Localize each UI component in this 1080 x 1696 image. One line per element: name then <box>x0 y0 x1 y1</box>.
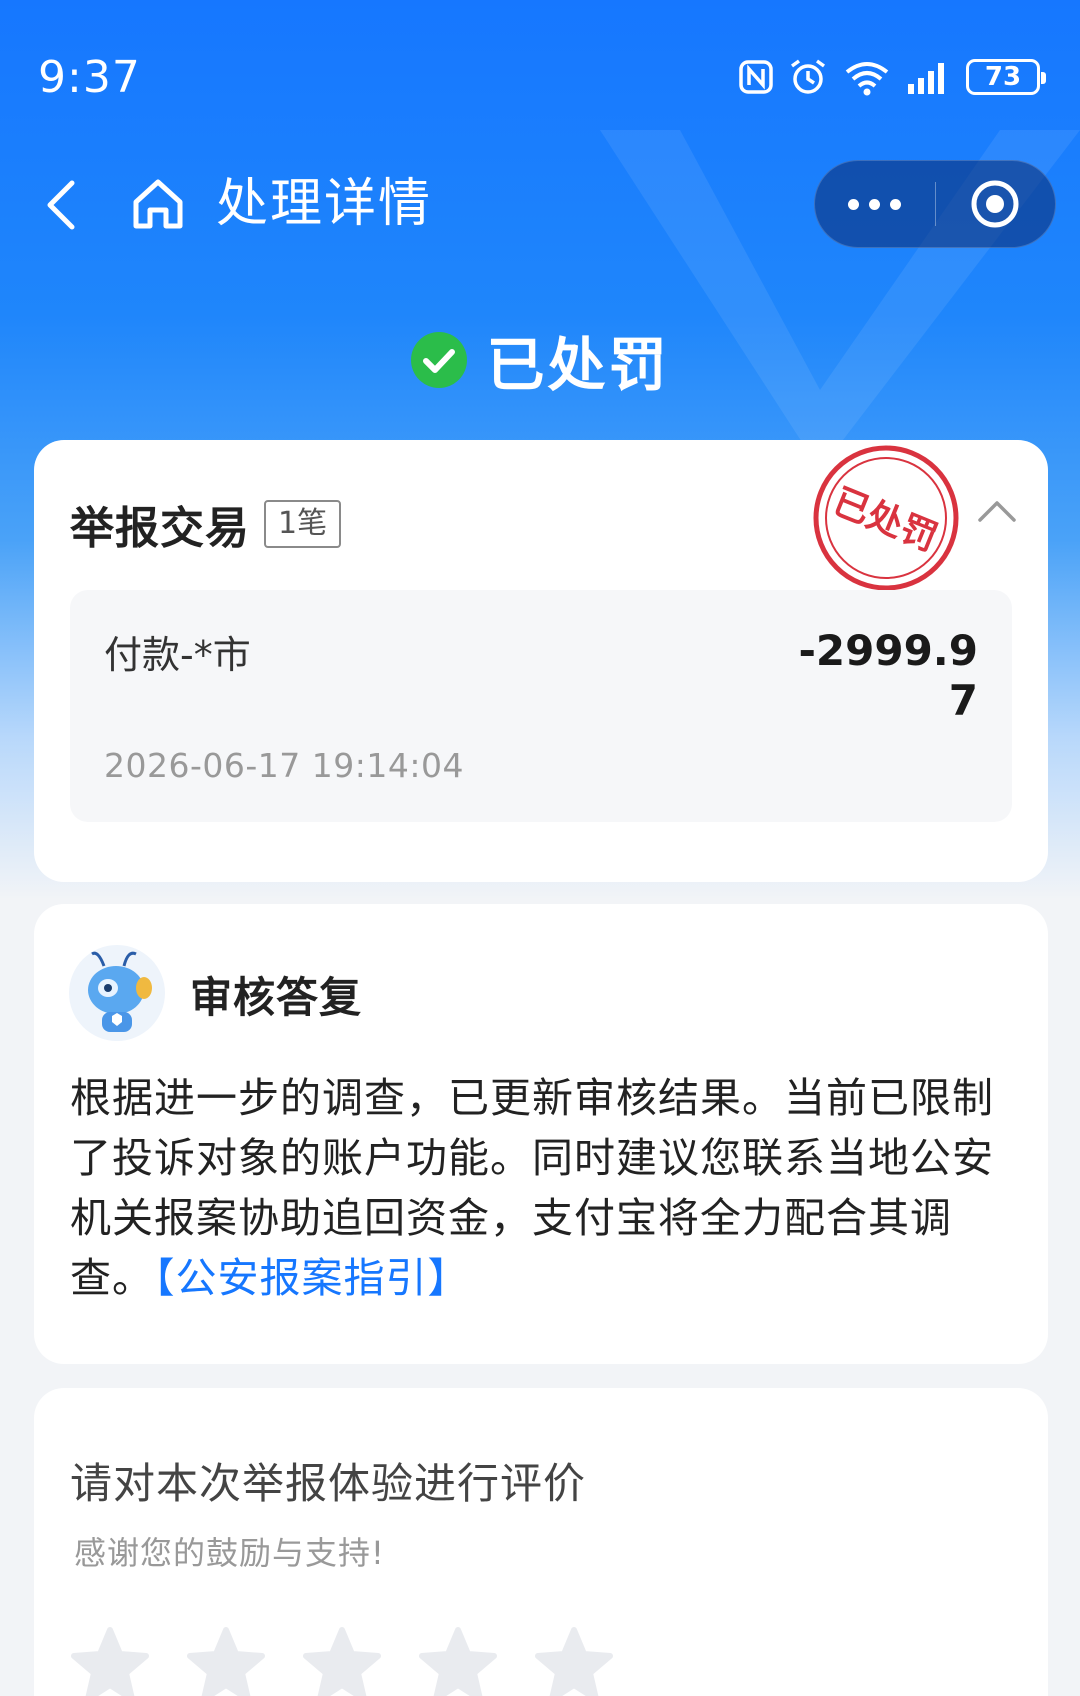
more-dots-icon <box>848 198 860 210</box>
status-icons: 73 <box>738 58 1046 96</box>
check-circle-icon <box>411 332 468 388</box>
chevron-left-icon <box>47 180 75 230</box>
back-button[interactable] <box>30 170 90 240</box>
alarm-icon <box>790 59 826 94</box>
signal-icon <box>908 63 944 94</box>
home-icon <box>133 179 183 229</box>
more-button[interactable] <box>815 160 935 248</box>
status-bar: 9:37 73 <box>0 0 1080 160</box>
star-rating <box>70 1626 614 1696</box>
robot-ant-avatar <box>69 945 165 1041</box>
police-report-guide-link[interactable]: 【公安报案指引】 <box>154 1254 470 1302</box>
mini-program-capsule <box>814 160 1056 248</box>
transaction-item[interactable]: 付款-*市 -2999.97 2026-06-17 19:14:04 <box>70 590 1012 822</box>
home-button[interactable] <box>128 174 188 234</box>
rating-subtitle: 感谢您的鼓励与支持! <box>74 1534 385 1572</box>
rating-card: 请对本次举报体验进行评价 感谢您的鼓励与支持! <box>34 1388 1048 1696</box>
star-icon[interactable] <box>70 1626 150 1696</box>
star-icon[interactable] <box>186 1626 266 1696</box>
reply-title: 审核答复 <box>190 973 363 1022</box>
star-icon[interactable] <box>534 1626 614 1696</box>
nav-bar: 处理详情 <box>0 150 1080 260</box>
transaction-name: 付款-*市 <box>104 633 251 677</box>
nfc-icon <box>739 60 773 94</box>
punished-stamp: 已处罚 <box>813 445 959 591</box>
star-icon[interactable] <box>418 1626 498 1696</box>
count-badge: 1笔 <box>264 500 342 548</box>
battery-icon: 73 <box>966 59 1046 95</box>
chevron-up-icon[interactable] <box>972 486 1022 536</box>
wifi-icon <box>845 62 889 96</box>
status-headline: 已处罚 <box>0 318 1080 402</box>
transaction-time: 2026-06-17 19:14:04 <box>104 746 464 785</box>
report-transaction-card: 举报交易 1笔 已处罚 付款-*市 -2999.97 2026-06-17 19… <box>34 440 1048 882</box>
review-reply-card: 审核答复 根据进一步的调查，已更新审核结果。当前已限制了投诉对象的账户功能。同时… <box>34 904 1048 1364</box>
target-close-icon <box>971 180 1019 228</box>
report-title: 举报交易 <box>70 503 250 554</box>
status-time: 9:37 <box>38 52 141 103</box>
stamp-text: 已处罚 <box>827 481 943 559</box>
star-icon[interactable] <box>302 1626 382 1696</box>
transaction-amount: -2999.97 <box>798 626 978 725</box>
page-title: 处理详情 <box>216 174 433 234</box>
reply-body: 根据进一步的调查，已更新审核结果。当前已限制了投诉对象的账户功能。同时建议您联系… <box>70 1068 1010 1308</box>
battery-level: 73 <box>984 62 1022 92</box>
status-text: 已处罚 <box>486 331 670 399</box>
close-button[interactable] <box>936 160 1056 248</box>
rating-title: 请对本次举报体验进行评价 <box>70 1459 587 1508</box>
